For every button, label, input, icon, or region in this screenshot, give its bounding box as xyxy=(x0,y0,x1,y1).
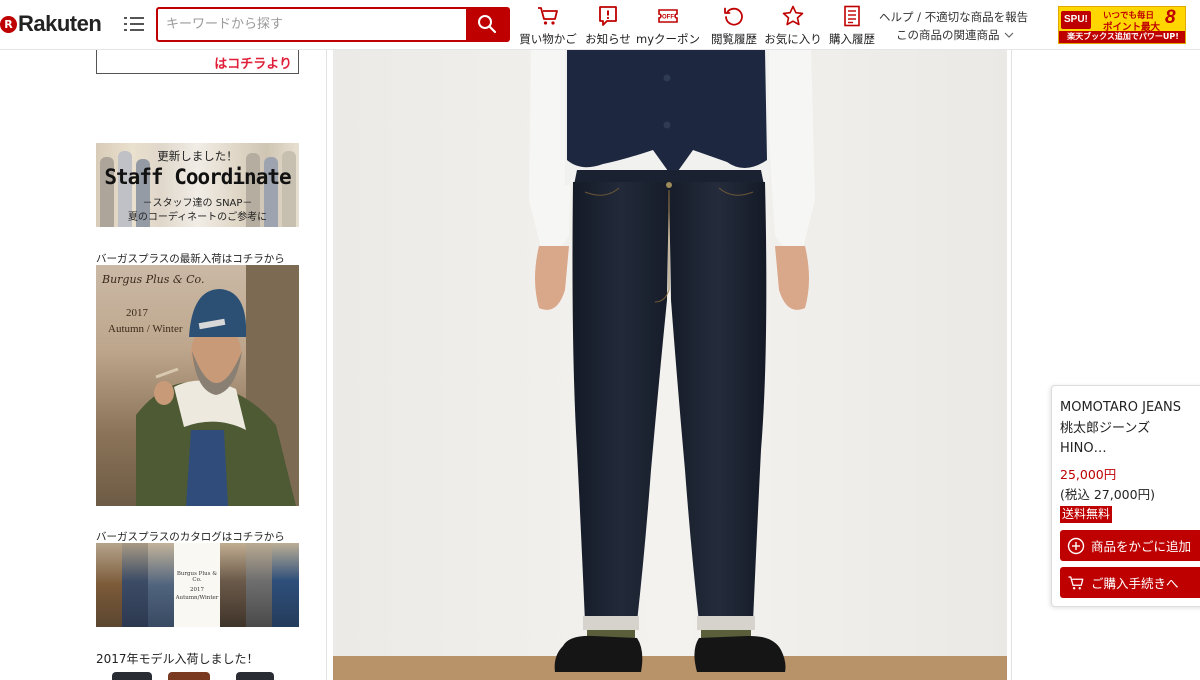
spu-badge: SPU! xyxy=(1061,11,1091,29)
nav-cart-label: 買い物かご xyxy=(519,32,577,46)
product-tax-price: (税込 27,000円) xyxy=(1060,487,1155,502)
logo-text: Rakuten xyxy=(18,11,102,36)
related-items-dropdown[interactable]: この商品の関連商品 xyxy=(879,26,1028,44)
nav-notifications[interactable]: お知らせ xyxy=(577,4,639,47)
sidebar-top-banner[interactable]: はコチラより xyxy=(96,50,299,74)
nav-history-label: 閲覧履歴 xyxy=(711,32,757,46)
staff-coordinate-banner[interactable]: 更新しました！ Staff Coordinate －スタッフ達の SNAP－ 夏… xyxy=(96,143,299,227)
product-price: 25,000円 xyxy=(1060,467,1117,482)
catalog-brand: Burgus Plus & Co. xyxy=(176,571,218,583)
checkout-button[interactable]: ご購入手続きへ xyxy=(1060,567,1200,598)
nav-purchase-history[interactable]: 購入履歴 xyxy=(821,4,883,47)
model-arrival-caption: 2017年モデル入荷しました！ xyxy=(96,652,259,666)
cart-icon xyxy=(538,7,558,25)
staff-banner-line3: －スタッフ達の SNAP－ xyxy=(142,198,253,209)
floating-cart-panel: MOMOTARO JEANS 桃太郎ジーンズ HINO… 25,000円 (税込… xyxy=(1051,385,1200,607)
checkout-label: ご購入手続きへ xyxy=(1091,576,1179,591)
report-item-link[interactable]: 不適切な商品を報告 xyxy=(925,10,1029,24)
catalog-year: 2017 xyxy=(190,587,204,593)
model-thumbnail[interactable] xyxy=(168,672,210,680)
winter-banner-season: Autumn / Winter xyxy=(108,323,183,335)
model-thumbnail[interactable] xyxy=(236,672,274,680)
sidebar-top-banner-text: はコチラより xyxy=(214,57,292,72)
staff-banner-line1: 更新しました！ xyxy=(157,149,238,163)
nav-purchase-history-label: 購入履歴 xyxy=(829,32,875,46)
catalog-season: Autumn/Winter xyxy=(175,595,219,601)
nav-favorites-label: お気に入り xyxy=(764,32,822,46)
receipt-icon xyxy=(844,5,860,27)
notification-icon xyxy=(599,6,617,26)
nav-notifications-label: お知らせ xyxy=(585,32,631,46)
staff-banner-line4: 夏のコーディネートのご参考に xyxy=(127,212,268,223)
star-icon xyxy=(782,5,804,26)
help-separator: / xyxy=(917,10,922,24)
nav-history[interactable]: 閲覧履歴 xyxy=(703,4,765,47)
bearded-man-photo xyxy=(136,265,299,506)
catalog-banner[interactable]: Burgus Plus & Co. 2017 Autumn/Winter xyxy=(96,543,299,627)
jeans-model-photo xyxy=(333,50,1007,680)
nav-coupon-label: myクーポン xyxy=(636,32,701,46)
autumn-winter-banner[interactable]: Burgus Plus & Co. 2017 Autumn / Winter xyxy=(96,265,299,506)
add-to-cart-label: 商品をかごに追加 xyxy=(1091,539,1192,554)
coupon-icon: OFF xyxy=(658,9,678,23)
related-items-label: この商品の関連商品 xyxy=(896,28,1000,42)
search-box xyxy=(156,7,510,42)
spu-bottom-text: 楽天ブックス追加でパワーUP! xyxy=(1059,31,1185,43)
spu-banner[interactable]: SPU! いつでも毎日 ポイント最大 8倍 楽天ブックス追加でパワーUP! xyxy=(1058,6,1186,44)
search-icon xyxy=(478,15,497,34)
product-photo[interactable] xyxy=(333,50,1007,680)
catalog-caption: バーガスプラスのカタログはコチラから xyxy=(96,531,285,543)
staff-banner-title: Staff Coordinate xyxy=(104,165,291,189)
product-image-area xyxy=(326,50,1012,680)
add-to-cart-button[interactable]: 商品をかごに追加 xyxy=(1060,530,1200,561)
help-links: ヘルプ / 不適切な商品を報告 この商品の関連商品 xyxy=(879,8,1028,44)
menu-list-icon[interactable] xyxy=(124,13,146,35)
search-button[interactable] xyxy=(466,9,508,40)
site-header: R Rakuten 買い物かご お知らせ OFF myクーポン 閲覧履歴 お気に… xyxy=(0,0,1200,50)
rakuten-r-icon: R xyxy=(0,15,17,33)
product-name[interactable]: MOMOTARO JEANS 桃太郎ジーンズ HINO… xyxy=(1060,398,1200,460)
winter-banner-year: 2017 xyxy=(126,307,148,319)
winter-banner-brand: Burgus Plus & Co. xyxy=(102,273,205,286)
rakuten-logo[interactable]: R Rakuten xyxy=(0,9,102,39)
cart-icon xyxy=(1068,575,1084,589)
chevron-down-icon xyxy=(1004,32,1013,38)
new-arrivals-caption: バーガスプラスの最新入荷はコチラから xyxy=(96,253,285,265)
plus-circle-icon xyxy=(1067,537,1085,554)
nav-favorites[interactable]: お気に入り xyxy=(762,4,824,47)
nav-cart[interactable]: 買い物かご xyxy=(517,4,579,47)
svg-text:OFF: OFF xyxy=(662,15,674,21)
model-thumbnail[interactable] xyxy=(112,672,152,680)
help-link[interactable]: ヘルプ xyxy=(879,10,914,24)
nav-coupon[interactable]: OFF myクーポン xyxy=(636,4,701,47)
free-shipping-badge: 送料無料 xyxy=(1060,506,1113,523)
history-icon xyxy=(724,7,743,26)
search-input[interactable] xyxy=(158,9,466,40)
